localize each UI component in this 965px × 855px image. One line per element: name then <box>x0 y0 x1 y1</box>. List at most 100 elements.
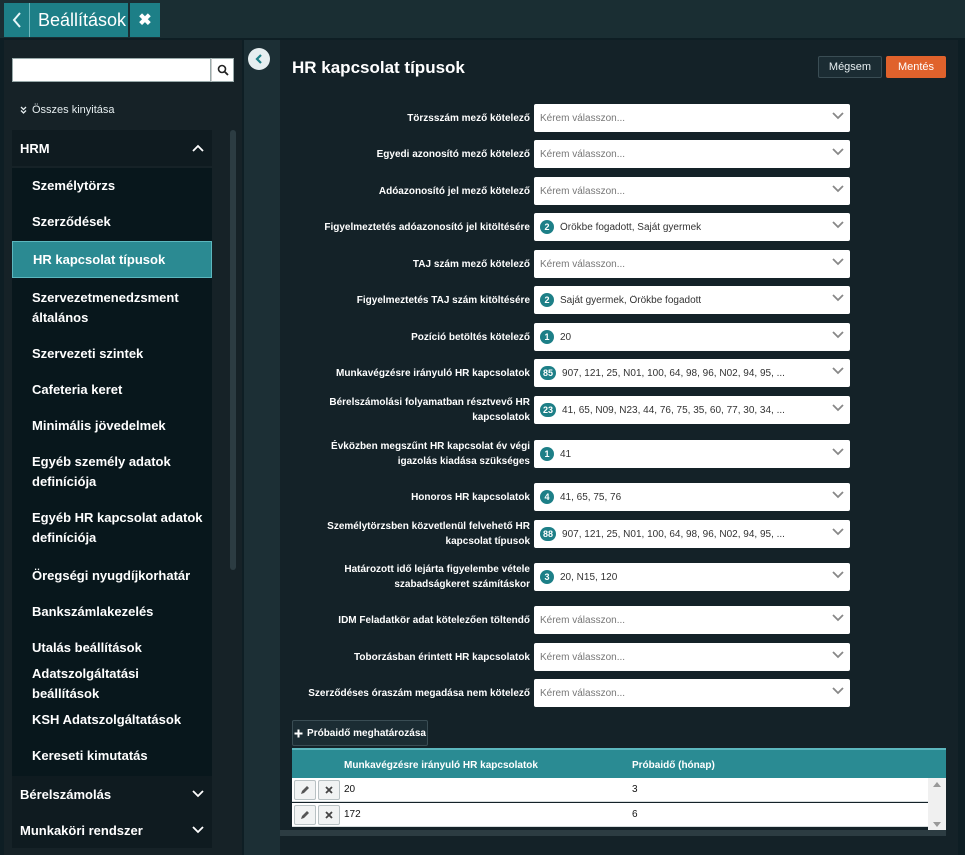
sidebar: Összes kinyitása HRM Személytörzs Szerző… <box>4 40 242 855</box>
sidebar-item-oregsegi-nyugdijkorhatar[interactable]: Öregségi nyugdíjkorhatár <box>12 558 212 594</box>
field-select[interactable]: 3 20, N15, 120 <box>534 563 850 591</box>
form-row: Munkavégzésre irányuló HR kapcsolatok 85 9… <box>280 359 958 387</box>
chevron-down-icon <box>192 826 204 834</box>
sidebar-item-szervezeti-szintek[interactable]: Szervezeti szintek <box>12 336 212 372</box>
sidebar-group-berelszamolas[interactable]: Bérelszámolás <box>12 776 212 812</box>
field-select[interactable]: Kérem válasszon... <box>534 679 850 707</box>
back-button[interactable] <box>4 3 30 37</box>
form-row: IDM Feladatkör adat kötelezően töltendő K… <box>280 606 958 634</box>
field-select[interactable]: 88 907, 121, 25, N01, 100, 64, 98, 96, N0… <box>534 520 850 548</box>
chevron-down-icon <box>832 614 844 622</box>
chevron-left-icon <box>12 12 21 28</box>
double-chevron-down-icon <box>20 106 27 114</box>
column-header[interactable]: Munkavégzésre irányuló HR kapcsolatok <box>344 760 538 771</box>
sidebar-item-adatszolgaltatasi-beallitasok[interactable]: Adatszolgáltatási beállítások <box>12 666 212 702</box>
form-row: Honoros HR kapcsolatok 4 41, 65, 75, 76 <box>280 483 958 511</box>
sidebar-item-szemelytorzs[interactable]: Személytörzs <box>12 168 212 204</box>
form-row: TAJ szám mező kötelező Kérem válasszon... <box>280 250 958 278</box>
sidebar-item-egyeb-hr-kapcsolat-adatok[interactable]: Egyéb HR kapcsolat adatok definíciója <box>12 500 212 556</box>
form-row: Bérelszámolási folyamatban résztvevő HR … <box>280 396 958 424</box>
field-label: Egyedi azonosító mező kötelező <box>376 149 530 160</box>
field-select[interactable]: Kérem válasszon... <box>534 643 850 671</box>
sidebar-item-szerzodesek[interactable]: Szerződések <box>12 204 212 240</box>
search-input[interactable] <box>12 58 211 82</box>
chevron-down-icon <box>832 571 844 579</box>
field-select[interactable]: Kérem válasszon... <box>534 140 850 168</box>
chevron-down-icon <box>832 448 844 456</box>
table-row: 20 3 <box>292 778 928 802</box>
sidebar-group-hrm[interactable]: HRM <box>12 130 212 166</box>
field-select[interactable]: 2 Saját gyermek, Örökbe fogadott <box>534 286 850 314</box>
scroll-up-icon <box>933 782 941 787</box>
selection-count-badge: 85 <box>540 366 557 380</box>
sidebar-item-bankszamlakezeles[interactable]: Bankszámlakezelés <box>12 594 212 630</box>
sidebar-item-label: Szervezetmenedzsment általános <box>32 290 179 325</box>
delete-row-button[interactable] <box>318 805 340 825</box>
field-label: Figyelmeztetés adóazonosító jel kitöltés… <box>324 222 530 233</box>
chevron-down-icon <box>832 258 844 266</box>
search-button[interactable] <box>211 58 234 82</box>
plus-icon <box>294 729 303 737</box>
expand-all-link[interactable]: Összes kinyitása <box>20 104 115 116</box>
sidebar-item-egyeb-szemely-adatok[interactable]: Egyéb személy adatok definíciója <box>12 444 212 500</box>
select-placeholder: Kérem válasszon... <box>540 614 626 626</box>
field-label: Bérelszámolási folyamatban résztvevő HR … <box>329 397 530 423</box>
pencil-icon <box>301 786 309 794</box>
horizontal-scrollbar[interactable] <box>280 830 946 836</box>
form-row: Szerződéses óraszám megadása nem kötelez… <box>280 679 958 707</box>
group-label: HRM <box>20 140 50 156</box>
selection-count-badge: 3 <box>540 570 554 584</box>
field-label: Pozíció betöltés kötelező <box>411 332 530 343</box>
field-select[interactable]: Kérem válasszon... <box>534 250 850 278</box>
selected-values: Örökbe fogadott, Saját gyermek <box>560 221 702 233</box>
group-label: Munkaköri rendszer <box>20 822 143 838</box>
field-select[interactable]: Kérem válasszon... <box>534 104 850 132</box>
sidebar-item-ksh-adatszolgaltatasok[interactable]: KSH Adatszolgáltatások <box>12 702 212 738</box>
selection-count-badge: 88 <box>540 527 557 541</box>
chevron-down-icon <box>832 185 844 193</box>
table-header: Munkavégzésre irányuló HR kapcsolatok Pr… <box>292 748 946 778</box>
form-row: Pozíció betöltés kötelező 1 20 <box>280 323 958 351</box>
sidebar-scrollbar[interactable] <box>230 130 236 570</box>
field-label: Munkavégzésre irányuló HR kapcsolatok <box>336 368 530 379</box>
save-button[interactable]: Mentés <box>886 56 946 78</box>
sidebar-item-szervezetmenedzsment[interactable]: Szervezetmenedzsment általános <box>12 280 212 336</box>
selected-values: Saját gyermek, Örökbe fogadott <box>560 294 702 306</box>
scroll-down-icon <box>933 822 941 827</box>
x-icon <box>325 786 333 794</box>
cancel-button[interactable]: Mégsem <box>818 56 882 78</box>
select-placeholder: Kérem válasszon... <box>540 148 626 160</box>
form-row: Személytörzsben közvetlenül felvehető HR… <box>280 520 958 548</box>
selection-count-badge: 4 <box>540 490 554 504</box>
field-label: Személytörzsben közvetlenül felvehető HR… <box>327 521 530 547</box>
field-select[interactable]: 4 41, 65, 75, 76 <box>534 483 850 511</box>
sidebar-search <box>12 58 234 82</box>
add-probaido-button[interactable]: Próbaidő meghatározása <box>292 720 428 746</box>
sidebar-item-minimalis-jovedelmek[interactable]: Minimális jövedelmek <box>12 408 212 444</box>
table-scrollbar[interactable] <box>928 778 946 832</box>
sidebar-item-utalas-beallitasok[interactable]: Utalás beállítások <box>12 630 212 666</box>
sidebar-item-cafeteria-keret[interactable]: Cafeteria keret <box>12 372 212 408</box>
close-button[interactable]: ✖ <box>130 3 160 37</box>
field-select[interactable]: Kérem válasszon... <box>534 177 850 205</box>
sidebar-item-label: Adatszolgáltatási beállítások <box>32 666 139 701</box>
field-select[interactable]: 2 Örökbe fogadott, Saját gyermek <box>534 213 850 241</box>
chevron-left-circle-icon <box>255 54 262 64</box>
field-select[interactable]: 1 41 <box>534 440 850 468</box>
edit-row-button[interactable] <box>294 780 316 800</box>
select-placeholder: Kérem válasszon... <box>540 112 626 124</box>
field-select[interactable]: 23 41, 65, N09, N23, 44, 76, 75, 35, 60, … <box>534 396 850 424</box>
field-select[interactable]: 1 20 <box>534 323 850 351</box>
edit-row-button[interactable] <box>294 805 316 825</box>
sidebar-group-munkakori-rendszer[interactable]: Munkaköri rendszer <box>12 812 212 848</box>
field-select[interactable]: 85 907, 121, 25, N01, 100, 64, 98, 96, N0… <box>534 359 850 387</box>
sidebar-item-hr-kapcsolat-tipusok[interactable]: HR kapcsolat típusok <box>12 241 212 278</box>
selection-count-badge: 1 <box>540 330 554 344</box>
sidebar-item-kereseti-kimutatas[interactable]: Kereseti kimutatás <box>12 738 212 774</box>
chevron-down-icon <box>832 148 844 156</box>
sidebar-item-label: Szervezeti szintek <box>32 346 144 361</box>
field-select[interactable]: Kérem válasszon... <box>534 606 850 634</box>
column-header[interactable]: Próbaidő (hónap) <box>632 760 715 771</box>
delete-row-button[interactable] <box>318 780 340 800</box>
collapse-sidebar-button[interactable] <box>248 48 270 70</box>
